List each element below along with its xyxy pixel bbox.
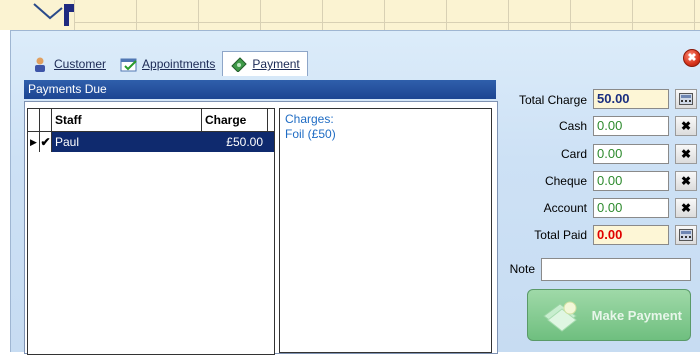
row-charge: £50.00: [226, 135, 263, 149]
table-row[interactable]: ▶ ✔ Paul £50.00: [28, 132, 274, 152]
account-label: Account: [543, 201, 587, 215]
cheque-label: Cheque: [544, 174, 587, 188]
cash-label: Cash: [558, 119, 587, 133]
calculator-icon: [679, 229, 693, 241]
calendar-grid: [74, 0, 700, 30]
tab-customer[interactable]: Customer: [25, 53, 113, 75]
grid-header-indicator: [28, 109, 40, 131]
make-payment-button[interactable]: Make Payment: [527, 289, 691, 341]
column-header-charge[interactable]: Charge: [202, 109, 268, 131]
total-charge-calculator-button[interactable]: [675, 89, 697, 109]
account-clear-button[interactable]: ✖: [675, 198, 697, 218]
calculator-icon: [679, 93, 693, 105]
cash-field[interactable]: 0.00: [593, 116, 669, 136]
tab-payment-label: Payment: [252, 57, 300, 71]
payments-due-panel: Staff Charge ▶ ✔ Paul £50.00 Charges: Fo…: [24, 101, 498, 355]
account-field[interactable]: 0.00: [593, 198, 669, 218]
corner-arrow-icon: [33, 3, 63, 20]
charges-details: Charges: Foil (£50): [279, 108, 492, 353]
column-header-staff[interactable]: Staff: [52, 109, 202, 131]
card-clear-button[interactable]: ✖: [675, 144, 697, 164]
card-field[interactable]: 0.00: [593, 144, 669, 164]
row-indicator-icon: ▶: [28, 132, 40, 152]
grid-header-row: Staff Charge: [28, 109, 274, 132]
appointments-icon: [120, 56, 138, 72]
tab-payment[interactable]: Payment: [222, 51, 308, 76]
close-button[interactable]: ✖: [683, 49, 700, 67]
charge-item: Foil (£50): [285, 127, 336, 141]
row-checkbox[interactable]: ✔: [40, 132, 52, 152]
grid-header-check: [40, 109, 52, 131]
staff-charge-grid: Staff Charge ▶ ✔ Paul £50.00: [27, 108, 275, 355]
cheque-field[interactable]: 0.00: [593, 171, 669, 191]
background-calendar-strip: [0, 0, 700, 30]
total-paid-field[interactable]: 0.00: [593, 225, 669, 245]
total-paid-calculator-button[interactable]: [675, 225, 697, 245]
calendar-line: [74, 22, 700, 23]
note-input[interactable]: [541, 258, 691, 281]
total-paid-label: Total Paid: [534, 228, 587, 242]
calendar-marker-tip: [69, 4, 74, 12]
payment-icon: [230, 56, 248, 73]
note-label: Note: [509, 262, 535, 276]
row-staff-name: Paul: [55, 135, 80, 149]
money-icon: [543, 301, 577, 332]
cheque-clear-button[interactable]: ✖: [675, 171, 697, 191]
tab-bar: Customer Appointments Payment: [25, 51, 308, 77]
tab-customer-label: Customer: [54, 57, 107, 71]
make-payment-label: Make Payment: [591, 307, 682, 323]
total-charge-label: Total Charge: [518, 93, 587, 107]
charges-title: Charges:: [285, 112, 334, 126]
cash-clear-button[interactable]: ✖: [675, 116, 697, 136]
payment-dialog: ✖ Customer Appointments Payment Payments…: [10, 30, 700, 355]
total-charge-field[interactable]: 50.00: [593, 89, 669, 109]
payments-due-header: Payments Due: [24, 80, 496, 99]
tab-appointments[interactable]: Appointments: [113, 53, 222, 75]
tab-appointments-label: Appointments: [142, 57, 216, 71]
customer-icon: [32, 56, 50, 72]
card-label: Card: [560, 147, 587, 161]
